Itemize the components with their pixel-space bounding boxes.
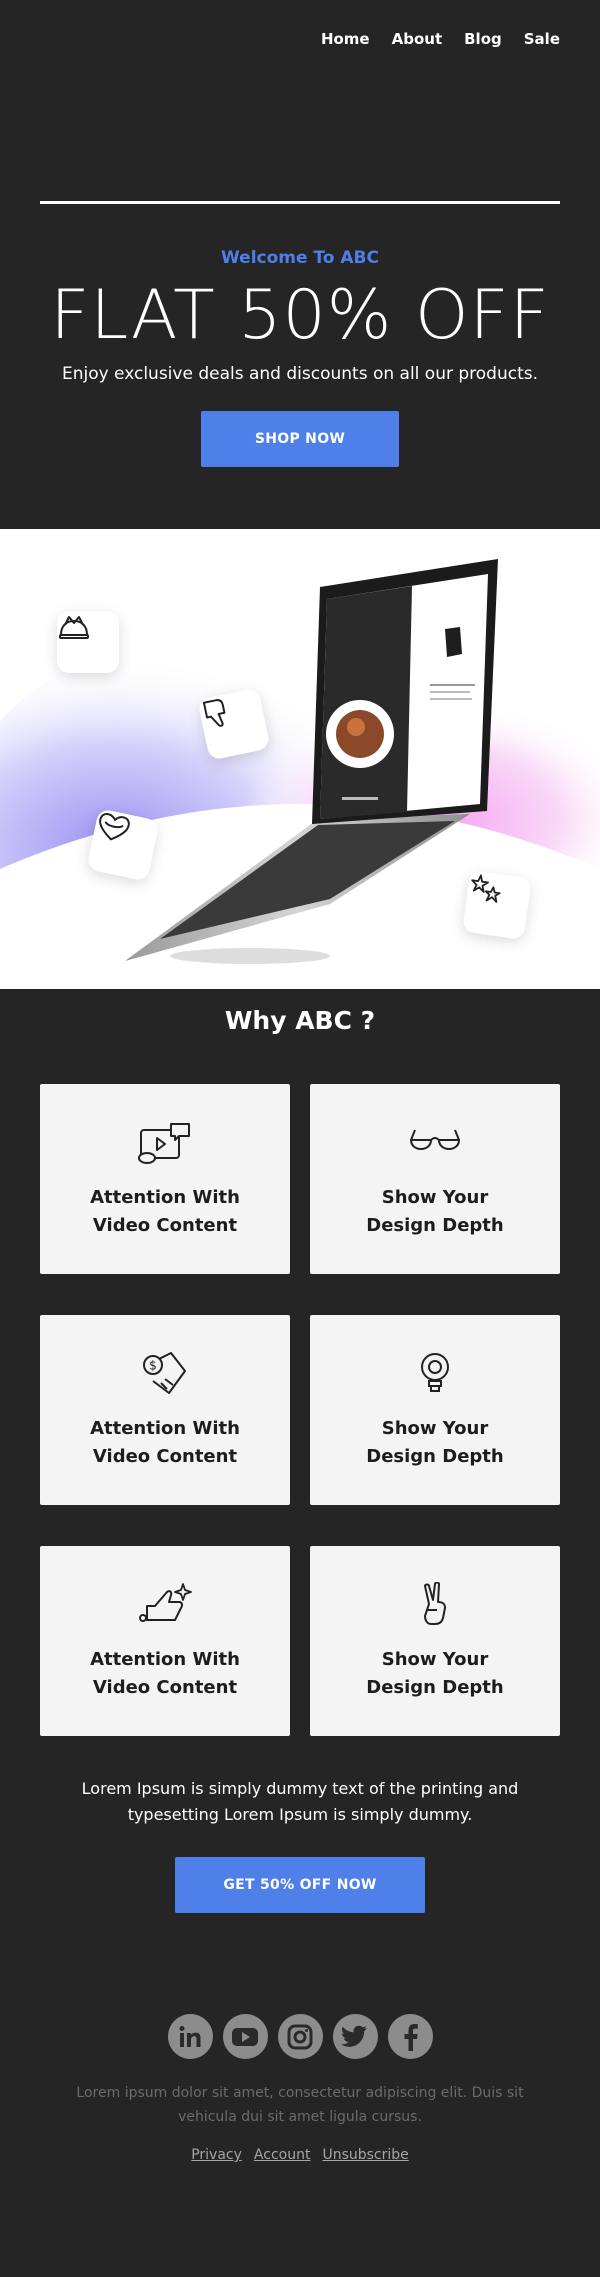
thumbs-down-icon — [202, 699, 226, 727]
nav-sale[interactable]: Sale — [524, 30, 560, 48]
feature-card[interactable]: Show Your Design Depth — [310, 1084, 560, 1274]
footer-links: Privacy Account Unsubscribe — [0, 2147, 600, 2163]
card-title-line1: Attention With — [90, 1187, 240, 1208]
hero-welcome: Welcome To ABC — [221, 248, 379, 268]
card-title-line2: Design Depth — [366, 1677, 504, 1698]
feature-card[interactable]: $ Attention With Video Content — [40, 1315, 290, 1505]
facebook-icon[interactable] — [387, 2014, 433, 2059]
card-title-line1: Show Your — [381, 1187, 489, 1208]
card-title-line1: Show Your — [381, 1418, 489, 1439]
stars-icon — [471, 874, 501, 903]
get-offer-button[interactable]: GET 50% OFF NOW — [175, 1857, 425, 1913]
why-title: Why ABC ? — [224, 1006, 376, 1035]
feature-card[interactable]: Attention With Video Content — [40, 1546, 290, 1736]
card-title-line1: Show Your — [381, 1649, 489, 1670]
hero-subtitle: Enjoy exclusive deals and discounts on a… — [61, 364, 539, 384]
feature-card[interactable]: Show Your Design Depth — [310, 1315, 560, 1505]
instagram-icon[interactable] — [277, 2014, 323, 2059]
card-title-line2: Design Depth — [366, 1215, 504, 1236]
footer-text: Lorem ipsum dolor sit amet, consectetur … — [76, 2085, 524, 2125]
lightbulb-icon — [421, 1353, 449, 1392]
card-title-line2: Video Content — [92, 1446, 238, 1467]
glasses-icon — [410, 1129, 460, 1150]
youtube-icon[interactable] — [222, 2014, 268, 2059]
thumbs-up-sparkle-icon — [139, 1583, 192, 1622]
card-title-line2: Video Content — [92, 1677, 238, 1698]
top-nav: Home About Blog Sale — [321, 30, 560, 48]
crown-icon — [59, 616, 89, 639]
feature-card[interactable]: Show Your Design Depth — [310, 1546, 560, 1736]
svg-text:$: $ — [149, 1359, 157, 1373]
twitter-icon[interactable] — [332, 2014, 378, 2059]
float-card-thumbs-down — [197, 687, 271, 761]
heart-glasses-icon — [99, 813, 130, 841]
hero-title: FLAT 50% OFF — [50, 276, 550, 355]
card-title-line2: Video Content — [92, 1215, 238, 1236]
video-chat-icon — [138, 1123, 190, 1164]
shop-now-button[interactable]: SHOP NOW — [201, 411, 399, 467]
money-hand-icon: $ — [143, 1352, 186, 1394]
hero-illustration — [0, 529, 600, 989]
nav-home[interactable]: Home — [321, 30, 370, 48]
social-links — [0, 2014, 600, 2059]
unsubscribe-link[interactable]: Unsubscribe — [322, 2147, 408, 2163]
privacy-link[interactable]: Privacy — [191, 2147, 242, 2163]
card-title-line1: Attention With — [90, 1418, 240, 1439]
float-card-heart — [86, 808, 160, 882]
peace-hand-icon — [424, 1582, 446, 1625]
nav-blog[interactable]: Blog — [464, 30, 502, 48]
linkedin-icon[interactable] — [167, 2014, 213, 2059]
account-link[interactable]: Account — [254, 2147, 311, 2163]
float-card-stars — [461, 869, 533, 941]
hero-divider — [40, 201, 560, 204]
card-title-line2: Design Depth — [366, 1446, 504, 1467]
promo-text: Lorem Ipsum is simply dummy text of the … — [81, 1779, 519, 1824]
float-card-crown — [57, 611, 119, 673]
nav-about[interactable]: About — [392, 30, 443, 48]
feature-card[interactable]: Attention With Video Content — [40, 1084, 290, 1274]
card-title-line1: Attention With — [90, 1649, 240, 1670]
